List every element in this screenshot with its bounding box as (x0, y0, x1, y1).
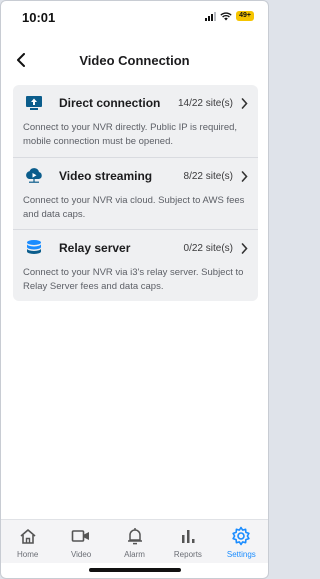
wifi-icon (220, 11, 232, 20)
phone-screen: 10:01 49+ Video Connection Direct connec… (0, 0, 269, 579)
option-description: Connect to your NVR via cloud. Subject t… (23, 195, 245, 220)
tab-label: Settings (226, 550, 256, 559)
option-relay-server[interactable]: Relay server 0/22 site(s) Connect to you… (13, 229, 258, 301)
nav-bar: Video Connection (1, 45, 268, 75)
status-icons: 49+ (205, 11, 254, 21)
database-icon (23, 239, 45, 257)
tab-reports[interactable]: Reports (161, 520, 214, 563)
signal-icon (205, 11, 217, 21)
option-title: Direct connection (59, 96, 161, 110)
option-count: 14/22 site(s) (177, 97, 233, 109)
chevron-right-icon (241, 242, 248, 254)
gear-icon (231, 525, 251, 547)
chevron-right-icon (241, 170, 248, 182)
option-title: Video streaming (59, 169, 153, 183)
tab-alarm[interactable]: Alarm (108, 520, 161, 563)
option-description: Connect to your NVR directly. Public IP … (23, 122, 238, 147)
option-count: 0/22 site(s) (183, 242, 233, 254)
home-icon (19, 525, 37, 547)
video-camera-icon (71, 525, 91, 547)
bell-icon (127, 525, 143, 547)
connection-options-card: Direct connection 14/22 site(s) Connect … (13, 85, 258, 301)
status-bar: 10:01 49+ (1, 1, 268, 37)
tab-label: Reports (173, 550, 202, 559)
option-description: Connect to your NVR via i3's relay serve… (23, 267, 244, 292)
page-title: Video Connection (79, 53, 190, 68)
battery-indicator: 49+ (236, 11, 254, 21)
tab-video[interactable]: Video (54, 520, 107, 563)
tab-bar: Home Video Alarm Reports Settings (1, 519, 268, 563)
tab-settings[interactable]: Settings (215, 520, 268, 563)
tab-home[interactable]: Home (1, 520, 54, 563)
cloud-play-icon (23, 167, 45, 185)
status-time: 10:01 (22, 10, 56, 25)
upload-screen-icon (23, 94, 45, 112)
home-indicator (88, 568, 181, 572)
option-video-streaming[interactable]: Video streaming 8/22 site(s) Connect to … (13, 157, 258, 229)
option-count: 8/22 site(s) (183, 170, 233, 182)
bar-chart-icon (180, 525, 196, 547)
tab-label: Alarm (124, 550, 145, 559)
option-title: Relay server (59, 241, 131, 255)
chevron-right-icon (241, 97, 248, 109)
tab-label: Home (17, 550, 39, 559)
option-direct-connection[interactable]: Direct connection 14/22 site(s) Connect … (13, 85, 258, 157)
tab-label: Video (70, 550, 92, 559)
